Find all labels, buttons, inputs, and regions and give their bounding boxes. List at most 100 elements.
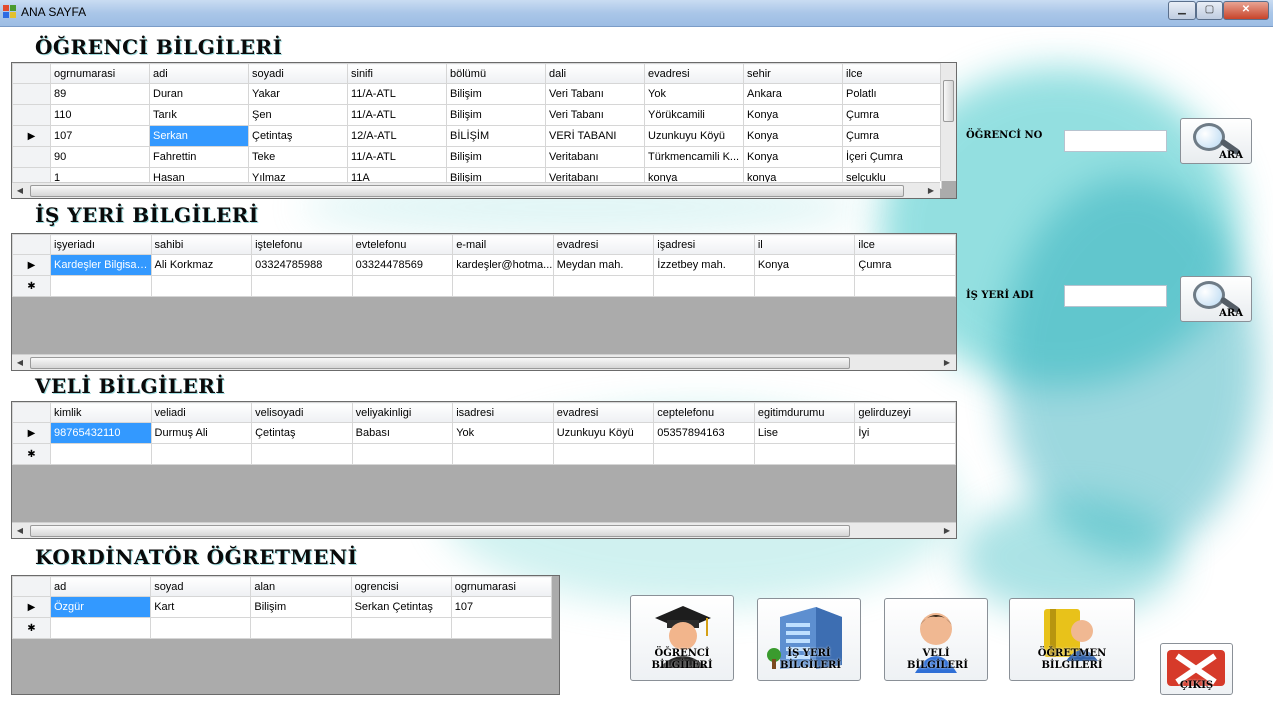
- student-grid[interactable]: ogrnumarasi adi soyadi sinifi bölümü dal…: [11, 62, 957, 199]
- new-row[interactable]: ✱: [12, 443, 956, 465]
- column-header[interactable]: velisoyadi: [251, 402, 353, 423]
- workplace-info-button[interactable]: İŞ YERİ BİLGİLERİ: [757, 598, 861, 681]
- new-row[interactable]: ✱: [12, 617, 553, 639]
- grid-cell[interactable]: İyi: [854, 422, 956, 444]
- scroll-right-arrow-icon[interactable]: ▶: [941, 356, 953, 369]
- grid-cell[interactable]: [452, 443, 554, 465]
- grid-cell[interactable]: Kart: [150, 596, 252, 618]
- grid-cell[interactable]: [351, 275, 454, 297]
- new-row-indicator[interactable]: ✱: [12, 443, 51, 465]
- grid-cell[interactable]: Şen: [248, 104, 348, 126]
- close-button[interactable]: ✕: [1223, 1, 1269, 20]
- grid-cell[interactable]: Türkmencamili K...: [644, 146, 744, 168]
- grid-cell[interactable]: Konya: [753, 254, 856, 276]
- grid-cell[interactable]: İzzetbey mah.: [653, 254, 755, 276]
- column-header[interactable]: evtelefonu: [351, 234, 454, 255]
- grid-cell[interactable]: [50, 275, 152, 297]
- column-header[interactable]: gelirduzeyi: [854, 402, 956, 423]
- grid-cell[interactable]: Duran: [149, 83, 249, 105]
- grid-cell[interactable]: [251, 275, 353, 297]
- column-header[interactable]: isadresi: [452, 402, 554, 423]
- workplace-grid[interactable]: işyeriadı sahibi iştelefonu evtelefonu e…: [11, 233, 957, 371]
- current-row-indicator[interactable]: ▶: [12, 125, 51, 147]
- grid-cell[interactable]: Yok: [644, 83, 744, 105]
- scroll-right-arrow-icon[interactable]: ▶: [941, 524, 953, 537]
- grid-cell[interactable]: [450, 617, 553, 639]
- grid-cell[interactable]: 03324478569: [351, 254, 454, 276]
- table-row[interactable]: 89 Duran Yakar 11/A-ATL Bilişim Veri Tabanı Yo…: [12, 83, 942, 105]
- parent-grid[interactable]: kimlik veliadi velisoyadi veliyakinligi …: [11, 401, 957, 539]
- column-header[interactable]: egitimdurumu: [753, 402, 856, 423]
- grid-cell[interactable]: Lise: [753, 422, 856, 444]
- scroll-thumb[interactable]: [943, 80, 954, 122]
- scroll-left-arrow-icon[interactable]: ◀: [14, 356, 26, 369]
- minimize-button[interactable]: ▁: [1168, 1, 1196, 20]
- grid-cell[interactable]: Serkan Çetintaş: [350, 596, 452, 618]
- column-header[interactable]: ogrnumarasi: [50, 63, 150, 84]
- column-header[interactable]: soyadi: [248, 63, 348, 84]
- parent-info-button[interactable]: VELİ BİLGİLERİ: [884, 598, 988, 681]
- column-header[interactable]: sahibi: [150, 234, 253, 255]
- exit-button[interactable]: ÇIKIŞ: [1160, 643, 1233, 695]
- column-header[interactable]: alan: [250, 576, 352, 597]
- row-header[interactable]: [12, 104, 51, 126]
- grid-cell[interactable]: [452, 275, 554, 297]
- grid-cell[interactable]: [653, 443, 755, 465]
- grid-cell[interactable]: Konya: [743, 125, 843, 147]
- horizontal-scrollbar[interactable]: ◀ ▶: [12, 522, 956, 538]
- column-header[interactable]: adi: [149, 63, 249, 84]
- table-row[interactable]: ▶ Kardeşler Bilgisayar Ali Korkmaz 0332478…: [12, 254, 956, 276]
- grid-cell[interactable]: Ankara: [743, 83, 843, 105]
- column-header[interactable]: evadresi: [644, 63, 744, 84]
- column-header[interactable]: soyad: [150, 576, 252, 597]
- grid-cell[interactable]: Fahrettin: [149, 146, 249, 168]
- grid-cell-selected[interactable]: 98765432110: [50, 422, 152, 444]
- table-row[interactable]: ▶ Özgür Kart Bilişim Serkan Çetintaş 107: [12, 596, 553, 618]
- current-row-indicator[interactable]: ▶: [12, 422, 51, 444]
- workplace-search-button[interactable]: ARA: [1180, 276, 1252, 322]
- scroll-left-arrow-icon[interactable]: ◀: [14, 184, 26, 197]
- grid-cell[interactable]: 11/A-ATL: [347, 104, 447, 126]
- grid-cell[interactable]: [552, 443, 655, 465]
- grid-cell[interactable]: Yakar: [248, 83, 348, 105]
- grid-cell[interactable]: 03324785988: [251, 254, 353, 276]
- column-header[interactable]: ogrencisi: [350, 576, 452, 597]
- grid-cell[interactable]: [250, 617, 352, 639]
- column-header[interactable]: bölümü: [446, 63, 546, 84]
- grid-cell[interactable]: Teke: [248, 146, 348, 168]
- grid-cell[interactable]: kardeşler@hotma...: [452, 254, 554, 276]
- column-header[interactable]: işadresi: [653, 234, 755, 255]
- grid-cell[interactable]: 05357894163: [653, 422, 755, 444]
- grid-cell[interactable]: BİLİŞİM: [446, 125, 546, 147]
- grid-cell[interactable]: Bilişim: [446, 83, 546, 105]
- grid-cell[interactable]: [753, 443, 856, 465]
- coordinator-grid[interactable]: ad soyad alan ogrencisi ogrnumarasi ▶ Öz…: [11, 575, 560, 695]
- grid-cell[interactable]: [50, 443, 152, 465]
- grid-cell[interactable]: 11/A-ATL: [347, 83, 447, 105]
- grid-cell-selected[interactable]: Serkan: [149, 125, 249, 147]
- grid-cell[interactable]: [854, 443, 956, 465]
- column-header[interactable]: evadresi: [552, 234, 655, 255]
- grid-cell[interactable]: Çumra: [842, 125, 942, 147]
- grid-cell[interactable]: Meydan mah.: [552, 254, 655, 276]
- new-row-indicator[interactable]: ✱: [12, 617, 51, 639]
- column-header[interactable]: il: [753, 234, 856, 255]
- workplace-name-input[interactable]: [1064, 285, 1167, 307]
- grid-cell[interactable]: [150, 617, 252, 639]
- horizontal-scrollbar[interactable]: ◀ ▶: [12, 354, 956, 370]
- grid-cell[interactable]: Veritabanı: [545, 146, 645, 168]
- table-row[interactable]: 110 Tarık Şen 11/A-ATL Bilişim Veri Tabanı Yör…: [12, 104, 942, 126]
- grid-cell[interactable]: Ali Korkmaz: [150, 254, 253, 276]
- grid-cell[interactable]: [753, 275, 856, 297]
- grid-cell[interactable]: [854, 275, 956, 297]
- grid-cell[interactable]: Babası: [351, 422, 454, 444]
- grid-cell[interactable]: Durmuş Ali: [150, 422, 253, 444]
- student-info-button[interactable]: ÖĞRENCİ BİLGİLERİ: [630, 595, 734, 681]
- grid-cell[interactable]: Çetintaş: [248, 125, 348, 147]
- grid-cell[interactable]: Bilişim: [446, 104, 546, 126]
- grid-cell[interactable]: VERİ TABANI: [545, 125, 645, 147]
- grid-cell[interactable]: [251, 443, 353, 465]
- grid-cell[interactable]: Çetintaş: [251, 422, 353, 444]
- grid-cell[interactable]: [653, 275, 755, 297]
- scroll-left-arrow-icon[interactable]: ◀: [14, 524, 26, 537]
